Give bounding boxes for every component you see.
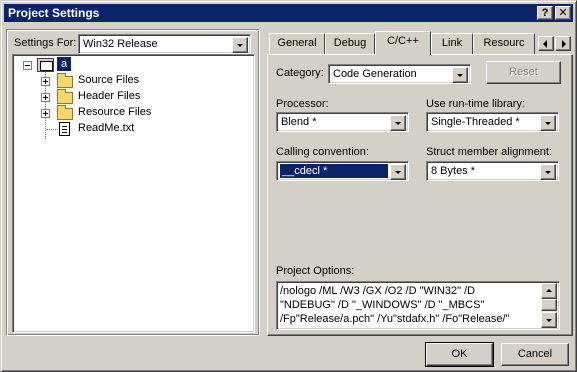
tree-item-readme[interactable]: ReadMe.txt [41, 121, 221, 137]
chevron-down-icon[interactable] [452, 67, 468, 83]
scroll-thumb[interactable] [541, 299, 557, 311]
struct-alignment-value: 8 Bytes * [431, 165, 476, 177]
settings-for-value: Win32 Release [83, 38, 158, 50]
options-scrollbar[interactable] [541, 283, 557, 328]
tab-resources[interactable]: Resourc [473, 33, 535, 54]
tab-link[interactable]: Link [431, 33, 473, 54]
category-select[interactable]: Code Generation [328, 64, 471, 84]
title-bar: Project Settings ? ✕ [4, 4, 573, 22]
runtime-library-label: Use run-time library: [426, 98, 526, 110]
calling-convention-select[interactable]: __cdecl * [276, 161, 409, 181]
chevron-down-icon[interactable] [232, 37, 248, 53]
settings-for-label: Settings For: [14, 37, 77, 49]
chevron-down-icon[interactable] [390, 115, 406, 131]
runtime-library-value: Single-Threaded * [431, 116, 520, 128]
processor-select[interactable]: Blend * [276, 112, 409, 132]
close-icon: ✕ [558, 7, 568, 19]
window-title: Project Settings [8, 6, 100, 20]
tree-item-resource-files[interactable]: Resource Files [41, 105, 221, 121]
tab-panel-c-cpp: Category: Code Generation Reset Processo… [267, 54, 573, 336]
folder-icon [57, 89, 73, 104]
tree-item-label: Resource Files [78, 106, 152, 118]
expand-icon[interactable] [41, 93, 50, 102]
project-options-value: /nologo /ML /W3 /GX /O2 /D "WIN32" /D "N… [280, 285, 510, 325]
ok-button[interactable]: OK [425, 342, 494, 367]
collapse-icon[interactable] [23, 61, 32, 70]
close-button[interactable]: ✕ [555, 6, 571, 20]
struct-alignment-label: Struct member alignment: [426, 146, 552, 158]
tab-general[interactable]: General [269, 33, 325, 54]
tab-scroll-left-icon[interactable] [538, 36, 554, 51]
reset-button[interactable]: Reset [486, 61, 561, 84]
scroll-down-icon[interactable] [541, 312, 557, 328]
tab-scroll-right-icon[interactable] [555, 36, 571, 51]
struct-alignment-select[interactable]: 8 Bytes * [426, 161, 559, 181]
tree-item-label: Source Files [78, 74, 140, 86]
tree-item-source-files[interactable]: Source Files [41, 73, 221, 89]
chevron-down-icon[interactable] [540, 164, 556, 180]
folder-icon [57, 105, 73, 120]
tab-c-cpp[interactable]: C/C++ [375, 31, 431, 55]
tree-root-label: a [57, 57, 72, 71]
chevron-down-icon[interactable] [540, 115, 556, 131]
expand-icon[interactable] [41, 109, 50, 118]
calling-convention-value: __cdecl * [279, 163, 389, 179]
settings-for-select[interactable]: Win32 Release [78, 34, 251, 54]
project-options-label: Project Options: [276, 265, 355, 277]
processor-value: Blend * [281, 116, 317, 128]
folder-icon [57, 73, 73, 88]
cancel-button[interactable]: Cancel [501, 343, 569, 366]
project-tree[interactable]: a Source Files Header Files Resource Fil… [12, 54, 255, 333]
calling-convention-label: Calling convention: [276, 146, 369, 158]
category-label: Category: [276, 67, 324, 79]
help-icon: ? [541, 7, 549, 19]
chevron-down-icon[interactable] [390, 164, 406, 180]
tab-strip: General Debug C/C++ Link Resourc [267, 31, 573, 55]
help-button[interactable]: ? [537, 6, 553, 20]
category-value: Code Generation [333, 68, 417, 80]
expand-icon[interactable] [41, 77, 50, 86]
project-settings-dialog: Project Settings ? ✕ Settings For: Win32… [0, 0, 577, 372]
project-icon [37, 58, 54, 72]
tree-item-label: Header Files [78, 90, 141, 102]
file-icon [59, 122, 70, 136]
tab-debug[interactable]: Debug [325, 33, 375, 54]
scroll-up-icon[interactable] [541, 283, 557, 299]
tree-root[interactable]: a [21, 57, 121, 73]
runtime-library-select[interactable]: Single-Threaded * [426, 112, 559, 132]
processor-label: Processor: [276, 98, 329, 110]
project-options-text[interactable]: /nologo /ML /W3 /GX /O2 /D "WIN32" /D "N… [276, 281, 560, 330]
tree-item-header-files[interactable]: Header Files [41, 89, 221, 105]
tree-item-label: ReadMe.txt [78, 122, 135, 134]
